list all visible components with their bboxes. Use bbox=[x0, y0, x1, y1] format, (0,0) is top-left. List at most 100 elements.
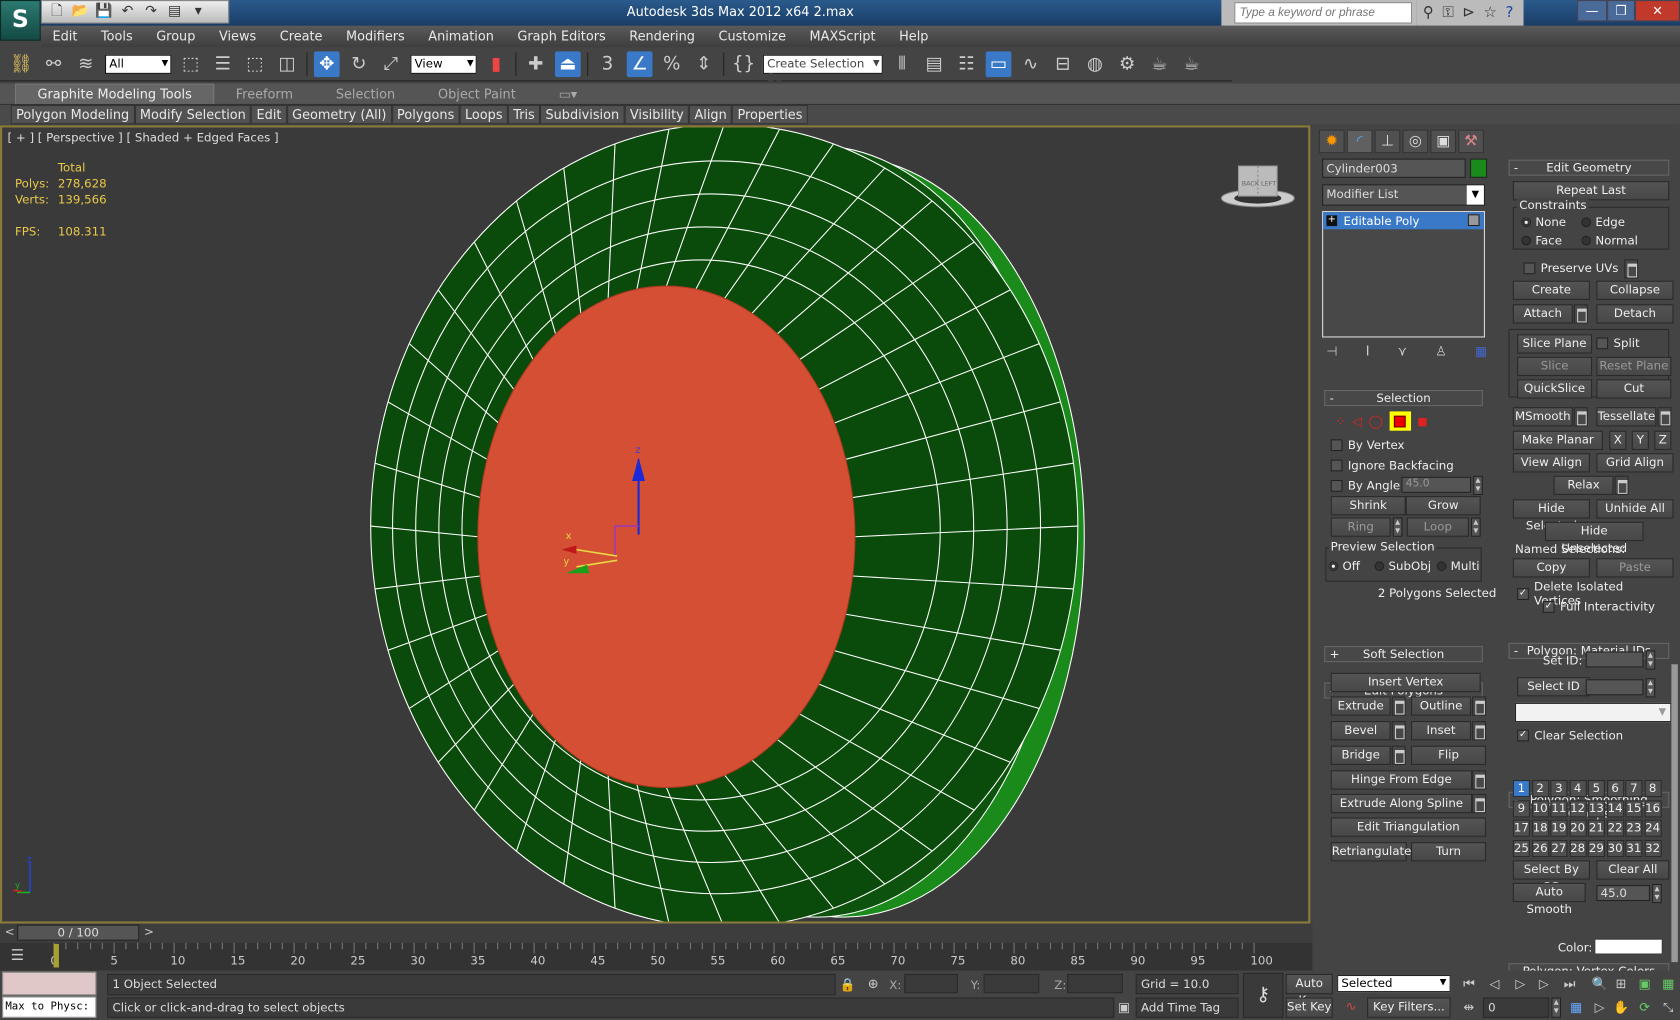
slice-plane-button[interactable]: Slice Plane bbox=[1517, 334, 1593, 354]
smoothing-group-3[interactable]: 3 bbox=[1550, 779, 1568, 798]
undo-icon[interactable]: ↶ bbox=[119, 4, 136, 19]
show-end-result-icon[interactable]: Ⅰ bbox=[1366, 344, 1370, 361]
object-name-field[interactable]: Cylinder003 bbox=[1322, 158, 1466, 178]
constraint-face-radio[interactable]: Face bbox=[1521, 234, 1562, 247]
key-mode-dropdown[interactable]: Selected ▼ bbox=[1337, 974, 1451, 993]
menu-group[interactable]: Group bbox=[144, 29, 207, 44]
render-setup-icon[interactable]: ⚙ bbox=[1114, 51, 1140, 77]
scene-canvas[interactable]: z x y bbox=[2, 127, 1310, 923]
retriangulate-button[interactable]: Retriangulate bbox=[1330, 842, 1411, 862]
selection-filter-dropdown[interactable]: All bbox=[104, 54, 172, 74]
smoothing-group-11[interactable]: 11 bbox=[1550, 799, 1568, 817]
previous-frame-icon[interactable]: ◁ bbox=[1485, 976, 1504, 991]
align-icon[interactable]: ▤ bbox=[921, 51, 947, 77]
absolute-mode-icon[interactable]: ⊕ bbox=[864, 976, 883, 991]
panel-edit[interactable]: Edit bbox=[251, 104, 287, 125]
make-planar-button[interactable]: Make Planar bbox=[1512, 430, 1603, 450]
extrude-along-spline-button[interactable]: Extrude Along Spline bbox=[1330, 793, 1473, 814]
percent-snap-icon[interactable]: % bbox=[659, 51, 685, 77]
graphite-toggle-icon[interactable]: ▭ bbox=[985, 50, 1012, 77]
play-icon[interactable]: ▷ bbox=[1511, 976, 1530, 991]
named-selection-dropdown[interactable]: Create Selection Se bbox=[762, 54, 883, 84]
edit-geometry-rollout-header[interactable]: - Edit Geometry bbox=[1508, 159, 1670, 176]
x-coordinate-field[interactable] bbox=[904, 973, 958, 994]
current-frame-field[interactable]: 0 bbox=[1482, 997, 1550, 1018]
panel-visibility[interactable]: Visibility bbox=[624, 104, 690, 125]
perspective-viewport[interactable]: z x y [ + ] [ Perspective ] [ Shaded + Edg… bbox=[0, 125, 1311, 924]
extrude-settings-button[interactable] bbox=[1391, 696, 1406, 716]
star-icon[interactable]: ☆ bbox=[1484, 4, 1497, 21]
viewport-label[interactable]: [ + ] [ Perspective ] [ Shaded + Edged F… bbox=[7, 131, 278, 145]
shrink-button[interactable]: Shrink bbox=[1330, 496, 1406, 516]
project-folder-icon[interactable]: ▤ bbox=[166, 4, 183, 19]
hide-unselected-button[interactable]: Hide Unselected bbox=[1544, 521, 1644, 555]
smoothing-group-29[interactable]: 29 bbox=[1587, 839, 1605, 857]
field-of-view-icon[interactable]: ▷ bbox=[1590, 1000, 1609, 1015]
menu-tools[interactable]: Tools bbox=[89, 29, 144, 44]
tessellate-settings-button[interactable] bbox=[1657, 407, 1672, 427]
redo-icon[interactable]: ↷ bbox=[142, 4, 159, 19]
minimize-button[interactable]: — bbox=[1577, 0, 1608, 22]
next-frame-icon[interactable]: ▷ bbox=[1534, 976, 1553, 991]
select-and-link-icon[interactable]: ⛓ bbox=[9, 51, 35, 77]
time-tag-icon[interactable]: ▣ bbox=[1114, 1000, 1133, 1015]
menu-help[interactable]: Help bbox=[887, 29, 940, 44]
select-by-name-icon[interactable]: ☰ bbox=[210, 51, 236, 77]
keyboard-shortcut-override-icon[interactable]: ⏏ bbox=[554, 50, 581, 77]
panel-geometry-all[interactable]: Geometry (All) bbox=[286, 104, 392, 125]
help-icon[interactable]: ? bbox=[1506, 4, 1514, 21]
material-editor-icon[interactable]: ◍ bbox=[1082, 51, 1108, 77]
restore-button[interactable]: ❐ bbox=[1607, 0, 1635, 22]
smoothing-group-25[interactable]: 25 bbox=[1512, 839, 1530, 857]
menu-maxscript[interactable]: MAXScript bbox=[798, 29, 888, 44]
create-button[interactable]: Create bbox=[1512, 280, 1590, 300]
smoothing-group-23[interactable]: 23 bbox=[1625, 819, 1643, 837]
zoom-all-icon[interactable]: ⊞ bbox=[1611, 976, 1630, 991]
zoom-icon[interactable]: 🔍 bbox=[1590, 976, 1609, 991]
vertex-level-icon[interactable]: ⁘ bbox=[1335, 414, 1346, 429]
detach-button[interactable]: Detach bbox=[1596, 304, 1674, 324]
smoothing-group-1[interactable]: 1 bbox=[1512, 779, 1530, 798]
insert-vertex-button[interactable]: Insert Vertex bbox=[1330, 672, 1481, 693]
menu-customize[interactable]: Customize bbox=[707, 29, 798, 44]
smoothing-group-6[interactable]: 6 bbox=[1606, 779, 1624, 798]
menu-create[interactable]: Create bbox=[268, 29, 334, 44]
select-id-button[interactable]: Select ID bbox=[1517, 677, 1590, 697]
edge-level-icon[interactable]: ◁ bbox=[1352, 414, 1362, 429]
viewcube[interactable]: BACK LEFT bbox=[1219, 160, 1296, 209]
search-input[interactable] bbox=[1234, 2, 1413, 24]
relax-settings-button[interactable] bbox=[1614, 475, 1629, 495]
smoothing-group-30[interactable]: 30 bbox=[1606, 839, 1624, 857]
menu-views[interactable]: Views bbox=[207, 29, 268, 44]
manipulate-icon[interactable]: ✚ bbox=[523, 51, 549, 77]
zoom-extents-all-icon[interactable]: ▦ bbox=[1659, 976, 1678, 991]
attach-settings-button[interactable] bbox=[1573, 304, 1588, 324]
smoothing-group-9[interactable]: 9 bbox=[1512, 799, 1530, 817]
smoothing-group-20[interactable]: 20 bbox=[1569, 819, 1587, 837]
smoothing-group-22[interactable]: 22 bbox=[1606, 819, 1624, 837]
selection-rollout-header[interactable]: - Selection bbox=[1324, 389, 1483, 407]
border-level-icon[interactable]: ◯ bbox=[1368, 414, 1382, 429]
smoothing-group-10[interactable]: 10 bbox=[1531, 799, 1549, 817]
smoothing-group-19[interactable]: 19 bbox=[1550, 819, 1568, 837]
auto-smooth-threshold-field[interactable]: 45.0 bbox=[1596, 884, 1650, 902]
smoothing-group-14[interactable]: 14 bbox=[1606, 799, 1624, 817]
unlink-icon[interactable]: ⚯ bbox=[41, 51, 67, 77]
go-to-end-icon[interactable]: ⏭ bbox=[1560, 976, 1579, 992]
planar-x-button[interactable]: X bbox=[1609, 430, 1627, 450]
smoothing-group-28[interactable]: 28 bbox=[1569, 839, 1587, 857]
panel-polygon-modeling[interactable]: Polygon Modeling bbox=[10, 104, 135, 125]
modify-tab-icon[interactable]: ◜ bbox=[1346, 129, 1373, 154]
menu-modifiers[interactable]: Modifiers bbox=[334, 29, 416, 44]
soft-selection-rollout-header[interactable]: + Soft Selection bbox=[1324, 646, 1483, 663]
bevel-settings-button[interactable] bbox=[1391, 721, 1406, 741]
select-and-scale-icon[interactable]: ⤢ bbox=[378, 51, 404, 77]
smoothing-group-32[interactable]: 32 bbox=[1644, 839, 1662, 857]
set-key-button[interactable]: Set Key bbox=[1285, 997, 1333, 1018]
smoothing-group-4[interactable]: 4 bbox=[1569, 779, 1587, 798]
prev-frame-button[interactable]: < bbox=[2, 925, 17, 941]
constraint-none-radio[interactable]: None bbox=[1521, 215, 1566, 229]
extrude-button[interactable]: Extrude bbox=[1330, 696, 1391, 716]
grid-align-button[interactable]: Grid Align bbox=[1596, 453, 1674, 473]
flip-button[interactable]: Flip bbox=[1411, 745, 1487, 765]
